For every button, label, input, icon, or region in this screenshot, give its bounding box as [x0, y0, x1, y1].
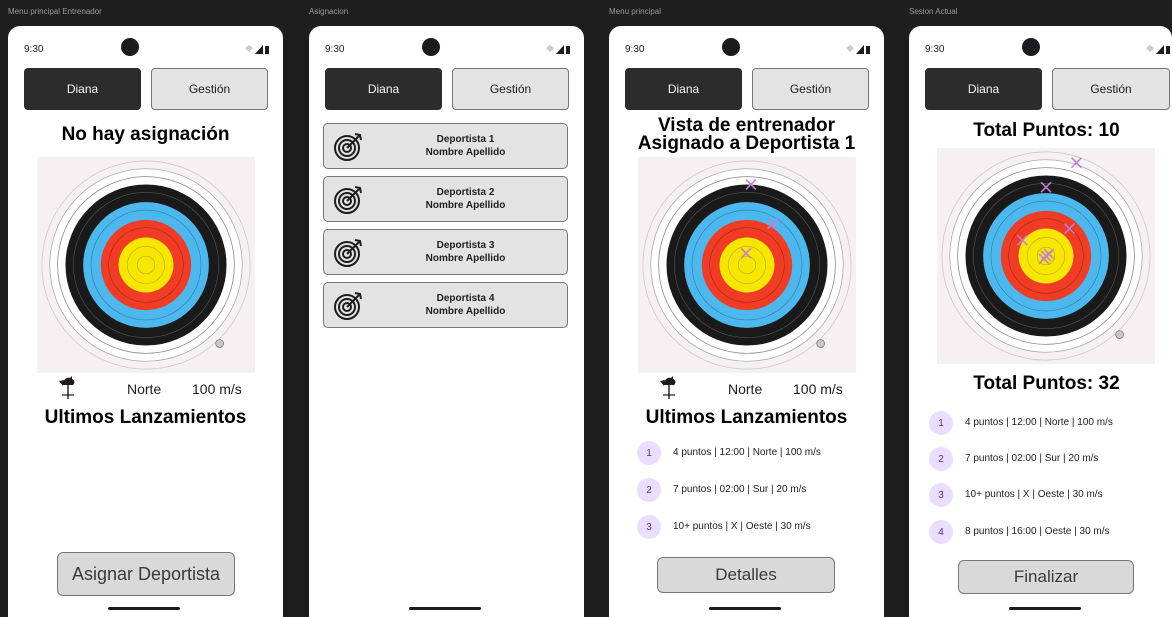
camera-icon: [1022, 38, 1040, 56]
weathervane-icon: [659, 375, 677, 400]
shot-number: 4: [929, 520, 953, 544]
weathervane-icon: [58, 375, 76, 400]
screen-menu-principal-entrenador: 9:30 Diana Gestión No hay asignación Nor…: [8, 26, 283, 617]
shot-number: 3: [637, 515, 661, 539]
athlete-name: Deportista 4: [436, 293, 495, 304]
shot-detail: 7 puntos | 02:00 | Sur | 20 m/s: [965, 453, 1099, 464]
athlete-name: Deportista 1: [436, 134, 495, 145]
shot-detail: 4 puntos | 12:00 | Norte | 100 m/s: [673, 447, 821, 458]
shot-detail: 10+ puntos | X | Oeste | 30 m/s: [965, 489, 1103, 500]
target-face-image[interactable]: [37, 157, 255, 373]
list-item[interactable]: 4 8 puntos | 16:00 | Oeste | 30 m/s: [929, 520, 1172, 544]
section-title: Ultimos Lanzamientos: [645, 407, 848, 428]
wind-direction: Norte: [728, 381, 763, 397]
signal-battery-icon: [245, 45, 269, 54]
status-time: 9:30: [625, 44, 645, 55]
target-icon: [937, 148, 1155, 364]
shot-number: 1: [929, 411, 953, 435]
tab-diana[interactable]: Diana: [24, 68, 141, 110]
shot-detail: 8 puntos | 16:00 | Oeste | 30 m/s: [965, 526, 1110, 537]
wind-speed: 100 m/s: [793, 381, 843, 397]
tab-gestion[interactable]: Gestión: [151, 68, 268, 110]
target-arrow-icon: [334, 292, 362, 320]
frame-label: Sesion Actual: [909, 7, 958, 16]
tab-gestion[interactable]: Gestión: [752, 68, 869, 110]
status-time: 9:30: [925, 44, 945, 55]
target-arrow-icon: [334, 239, 362, 267]
home-indicator: [108, 607, 180, 610]
home-indicator: [709, 607, 781, 610]
tab-gestion[interactable]: Gestión: [1052, 68, 1170, 110]
tab-diana[interactable]: Diana: [925, 68, 1042, 110]
shot-number: 3: [929, 483, 953, 507]
shot-detail: 7 puntos | 02:00 | Sur | 20 m/s: [673, 484, 807, 495]
target-face-image[interactable]: [638, 157, 856, 373]
athlete-fullname: Nombre Apellido: [425, 147, 506, 158]
list-item[interactable]: 3 10+ puntos | X | Oeste | 30 m/s: [637, 515, 884, 539]
section-title: Ultimos Lanzamientos: [44, 407, 247, 428]
list-item[interactable]: 1 4 puntos | 12:00 | Norte | 100 m/s: [929, 411, 1172, 435]
target-arrow-icon: [334, 186, 362, 214]
tab-diana[interactable]: Diana: [625, 68, 742, 110]
athlete-fullname: Nombre Apellido: [425, 200, 506, 211]
target-icon: [638, 157, 856, 373]
shot-detail: 4 puntos | 12:00 | Norte | 100 m/s: [965, 417, 1113, 428]
status-time: 9:30: [24, 44, 44, 55]
finish-button[interactable]: Finalizar: [958, 560, 1134, 594]
target-face-image[interactable]: [937, 148, 1155, 364]
assigned-athlete-title: Asignado a Deportista 1: [637, 133, 856, 154]
wind-info: Norte 100 m/s: [609, 375, 884, 401]
tab-gestion[interactable]: Gestión: [452, 68, 569, 110]
screen-menu-principal: 9:30 Diana Gestión Vista de entrenador A…: [609, 26, 884, 617]
list-item[interactable]: 1 4 puntos | 12:00 | Norte | 100 m/s: [637, 441, 884, 465]
assign-athlete-button[interactable]: Asignar Deportista: [57, 552, 235, 596]
frame-label: Menu principal: [609, 7, 662, 16]
list-item[interactable]: 2 7 puntos | 02:00 | Sur | 20 m/s: [929, 447, 1172, 471]
target-arrow-icon: [334, 133, 362, 161]
wind-direction: Norte: [127, 381, 162, 397]
page-title: No hay asignación: [61, 124, 230, 145]
athlete-card[interactable]: Deportista 4 Nombre Apellido: [323, 282, 568, 328]
home-indicator: [1009, 607, 1081, 610]
athlete-name: Deportista 3: [436, 240, 495, 251]
screen-asignacion: 9:30 Diana Gestión Deportista 1 Nombre A…: [309, 26, 584, 617]
total-points: Total Puntos: 32: [973, 373, 1120, 394]
shot-number: 2: [637, 478, 661, 502]
signal-battery-icon: [1146, 45, 1170, 54]
signal-battery-icon: [546, 45, 570, 54]
camera-icon: [422, 38, 440, 56]
tab-diana[interactable]: Diana: [325, 68, 442, 110]
athlete-fullname: Nombre Apellido: [425, 306, 506, 317]
screen-sesion-actual: 9:30 Diana Gestión Total Puntos: 10 Tota…: [909, 26, 1172, 617]
frame-label: Menu principal Entrenador: [8, 7, 102, 16]
wind-info: Norte 100 m/s: [8, 375, 283, 401]
details-button[interactable]: Detalles: [657, 557, 835, 593]
shot-number: 2: [929, 447, 953, 471]
shot-number: 1: [637, 441, 661, 465]
status-time: 9:30: [325, 44, 345, 55]
athlete-card[interactable]: Deportista 2 Nombre Apellido: [323, 176, 568, 222]
athlete-card[interactable]: Deportista 3 Nombre Apellido: [323, 229, 568, 275]
wind-speed: 100 m/s: [192, 381, 242, 397]
athlete-name: Deportista 2: [436, 187, 495, 198]
list-item[interactable]: 2 7 puntos | 02:00 | Sur | 20 m/s: [637, 478, 884, 502]
frame-label: Asignacion: [309, 7, 349, 16]
athlete-fullname: Nombre Apellido: [425, 253, 506, 264]
list-item[interactable]: 3 10+ puntos | X | Oeste | 30 m/s: [929, 483, 1172, 507]
camera-icon: [121, 38, 139, 56]
athlete-card[interactable]: Deportista 1 Nombre Apellido: [323, 123, 568, 169]
signal-battery-icon: [846, 45, 870, 54]
page-title: Total Puntos: 10: [973, 120, 1120, 141]
target-icon: [37, 157, 255, 373]
shot-detail: 10+ puntos | X | Oeste | 30 m/s: [673, 521, 811, 532]
home-indicator: [409, 607, 481, 610]
camera-icon: [722, 38, 740, 56]
